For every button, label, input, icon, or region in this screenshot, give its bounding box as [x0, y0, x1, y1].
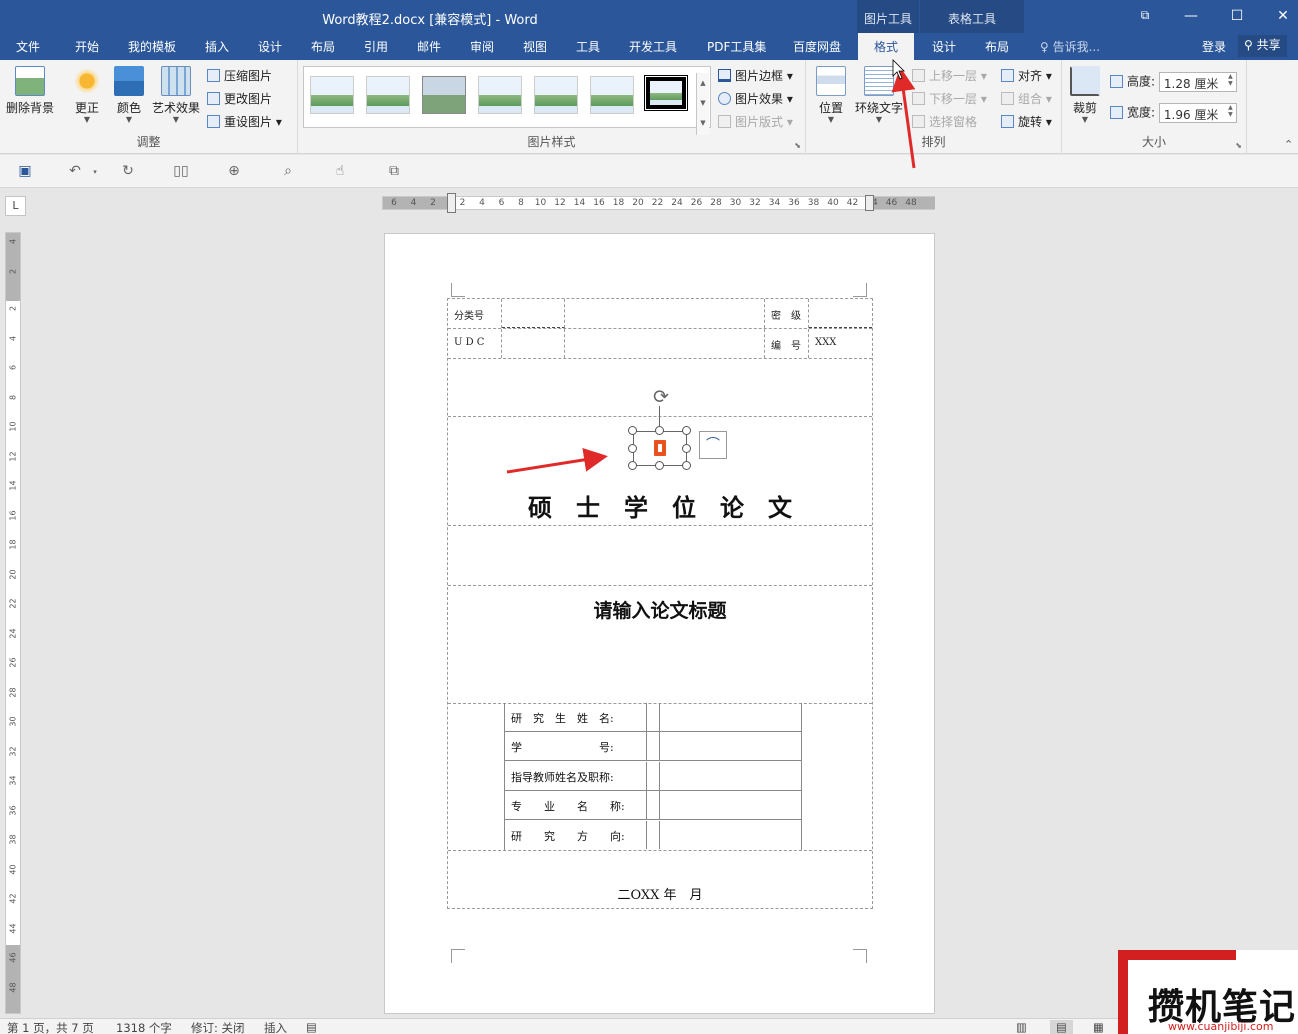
- watermark-logo: 攒机笔记 www.cuanjibiji.com: [1118, 950, 1298, 1034]
- web-layout-icon[interactable]: ▦: [1093, 1020, 1104, 1034]
- status-track-changes[interactable]: 修订: 关闭: [191, 1020, 245, 1034]
- status-words[interactable]: 1318 个字: [116, 1020, 172, 1034]
- watermark-bar: [1118, 950, 1128, 1034]
- status-page[interactable]: 第 1 页，共 7 页: [7, 1020, 94, 1034]
- macro-icon[interactable]: ▤: [306, 1020, 317, 1034]
- watermark-url: www.cuanjibiji.com: [1168, 1020, 1274, 1033]
- print-layout-icon[interactable]: ▤: [1050, 1020, 1073, 1034]
- status-insert-mode[interactable]: 插入: [264, 1020, 287, 1034]
- arrow-to-picture: [506, 447, 608, 474]
- status-bar: 第 1 页，共 7 页 1318 个字 修订: 关闭 插入 ▤ ▥ ▤ ▦: [0, 1018, 1298, 1034]
- watermark-bar: [1118, 950, 1236, 960]
- annotation-arrows: [506, 59, 916, 474]
- arrow-to-format-tab: [891, 67, 916, 169]
- read-mode-icon[interactable]: ▥: [1016, 1020, 1027, 1034]
